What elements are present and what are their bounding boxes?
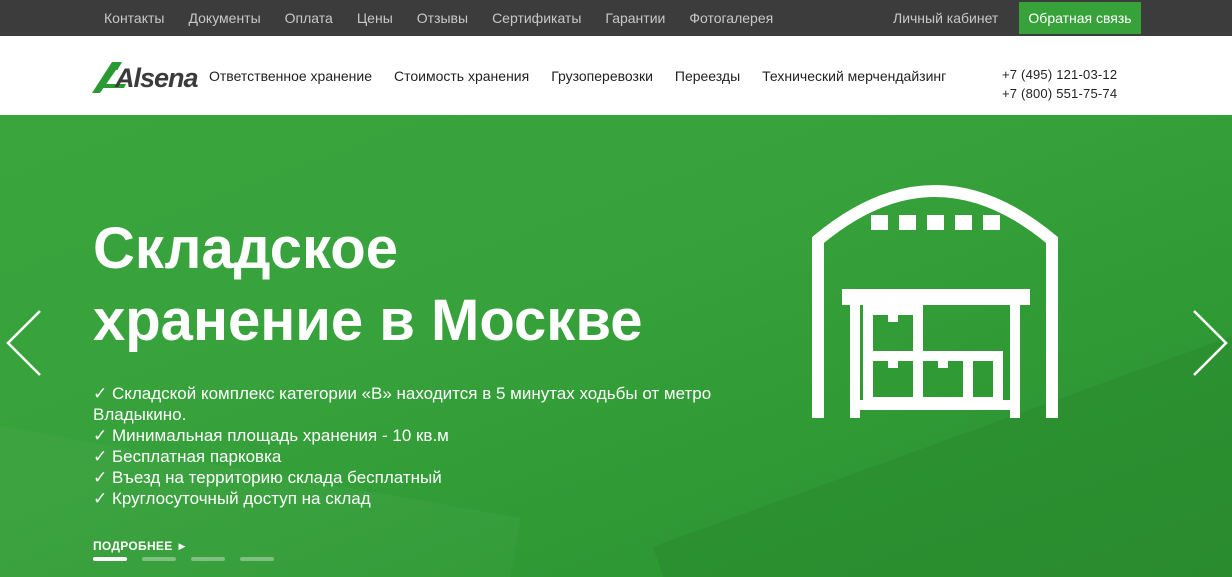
more-link-label: ПОДРОБНЕЕ	[93, 539, 173, 553]
logo-text: Alsena	[115, 63, 199, 93]
hero-title: Складское хранение в Москве	[93, 213, 733, 357]
more-link[interactable]: ПОДРОБНЕЕ ▶	[93, 539, 186, 553]
top-link-certificates[interactable]: Сертификаты	[480, 0, 593, 36]
phone-moscow[interactable]: +7 (495) 121-03-12	[1002, 65, 1117, 84]
feature-item: ✓ Въезд на территорию склада бесплатный	[93, 468, 442, 487]
feature-item: ✓ Круглосуточный доступ на склад	[93, 489, 371, 508]
feature-list: ✓ Складской комплекс категории «В» наход…	[93, 383, 713, 509]
feature-item: ✓ Складской комплекс категории «В» наход…	[93, 384, 712, 424]
nav-responsible-storage[interactable]: Ответственное хранение	[198, 66, 383, 86]
prev-slide-button[interactable]	[4, 308, 44, 378]
feature-item: ✓ Минимальная площадь хранения - 10 кв.м	[93, 426, 449, 445]
nav-storage-cost[interactable]: Стоимость хранения	[383, 66, 540, 86]
slide-dot-1[interactable]	[93, 557, 127, 561]
nav-freight[interactable]: Грузоперевозки	[540, 66, 664, 86]
site-header: Alsena Ответственное хранение Стоимость …	[0, 36, 1232, 115]
top-link-gallery[interactable]: Фотогалерея	[677, 0, 785, 36]
top-nav: Контакты Документы Оплата Цены Отзывы Се…	[92, 0, 785, 36]
slide-dot-4[interactable]	[240, 557, 274, 561]
nav-merchandising[interactable]: Технический мерчендайзинг	[751, 66, 957, 86]
callback-button[interactable]: Обратная связь	[1019, 2, 1141, 34]
phone-numbers: +7 (495) 121-03-12 +7 (800) 551-75-74	[1002, 65, 1117, 103]
next-slide-button[interactable]	[1190, 308, 1230, 378]
feature-item: ✓ Бесплатная парковка	[93, 447, 282, 466]
slider-pagination	[93, 557, 289, 561]
main-nav: Ответственное хранение Стоимость хранени…	[198, 36, 957, 115]
top-link-contacts[interactable]: Контакты	[92, 0, 176, 36]
warehouse-icon	[812, 185, 1058, 418]
top-link-prices[interactable]: Цены	[345, 0, 405, 36]
top-link-payment[interactable]: Оплата	[273, 0, 345, 36]
nav-moving[interactable]: Переезды	[664, 66, 751, 86]
top-link-reviews[interactable]: Отзывы	[405, 0, 480, 36]
slide-dot-3[interactable]	[191, 557, 225, 561]
hero-title-line-2: хранение в Москве	[93, 288, 643, 353]
top-bar: Контакты Документы Оплата Цены Отзывы Се…	[0, 0, 1232, 36]
phone-toll-free[interactable]: +7 (800) 551-75-74	[1002, 84, 1117, 103]
logo[interactable]: Alsena	[92, 62, 202, 94]
triangle-right-icon: ▶	[178, 540, 186, 551]
chevron-left-icon	[6, 310, 41, 376]
hero-title-line-1: Складское	[93, 216, 398, 281]
top-link-guarantees[interactable]: Гарантии	[593, 0, 677, 36]
slide-dot-2[interactable]	[142, 557, 176, 561]
top-link-documents[interactable]: Документы	[176, 0, 272, 36]
chevron-right-icon	[1193, 310, 1228, 376]
hero-slider: Складское хранение в Москве ✓ Складской …	[0, 115, 1232, 577]
personal-cabinet-link[interactable]: Личный кабинет	[893, 0, 998, 36]
